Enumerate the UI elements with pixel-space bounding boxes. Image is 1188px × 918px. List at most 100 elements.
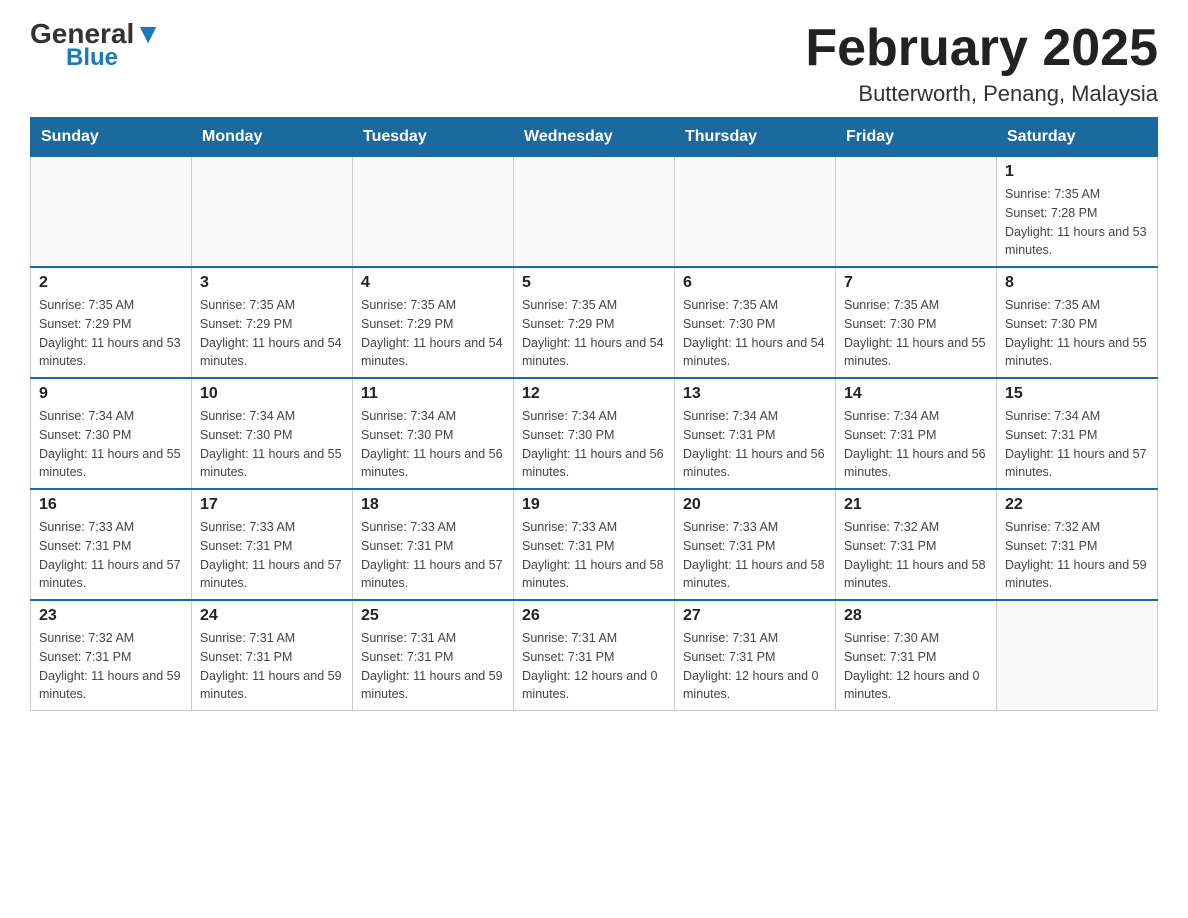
calendar-week-row: 2 Sunrise: 7:35 AMSunset: 7:29 PMDaylight… xyxy=(31,267,1158,378)
table-row xyxy=(514,157,675,268)
day-number: 6 xyxy=(683,274,827,292)
table-row: 8 Sunrise: 7:35 AMSunset: 7:30 PMDaylight… xyxy=(997,267,1158,378)
table-row: 16 Sunrise: 7:33 AMSunset: 7:31 PMDayligh… xyxy=(31,489,192,600)
title-block: February 2025 Butterworth, Penang, Malay… xyxy=(805,20,1158,107)
day-number: 27 xyxy=(683,607,827,625)
table-row: 21Sunrise: 7:32 AMSunset: 7:31 PMDayligh… xyxy=(836,489,997,600)
day-number: 22 xyxy=(1005,496,1149,514)
logo-blue: Blue xyxy=(66,44,118,72)
table-row: 3 Sunrise: 7:35 AMSunset: 7:29 PMDaylight… xyxy=(192,267,353,378)
header-monday: Monday xyxy=(192,118,353,157)
logo-triangle: ▼ xyxy=(134,18,162,49)
table-row: 20 Sunrise: 7:33 AMSunset: 7:31 PMDayligh… xyxy=(675,489,836,600)
location-title: Butterworth, Penang, Malaysia xyxy=(805,81,1158,107)
day-info: Sunrise: 7:35 AMSunset: 7:30 PMDaylight:… xyxy=(1005,296,1149,371)
header-thursday: Thursday xyxy=(675,118,836,157)
day-info: Sunrise: 7:31 AMSunset: 7:31 PMDaylight:… xyxy=(522,629,666,704)
day-info: Sunrise: 7:35 AMSunset: 7:29 PMDaylight:… xyxy=(39,296,183,371)
table-row xyxy=(31,157,192,268)
day-number: 17 xyxy=(200,496,344,514)
table-row: 18Sunrise: 7:33 AMSunset: 7:31 PMDayligh… xyxy=(353,489,514,600)
table-row: 28 Sunrise: 7:30 AMSunset: 7:31 PMDayligh… xyxy=(836,600,997,711)
table-row: 11 Sunrise: 7:34 AMSunset: 7:30 PMDayligh… xyxy=(353,378,514,489)
table-row xyxy=(997,600,1158,711)
day-number: 14 xyxy=(844,385,988,403)
day-info: Sunrise: 7:34 AMSunset: 7:31 PMDaylight:… xyxy=(683,407,827,482)
day-info: Sunrise: 7:31 AMSunset: 7:31 PMDaylight:… xyxy=(361,629,505,704)
day-number: 26 xyxy=(522,607,666,625)
day-number: 8 xyxy=(1005,274,1149,292)
table-row: 24 Sunrise: 7:31 AMSunset: 7:31 PMDayligh… xyxy=(192,600,353,711)
logo: General▼ Blue xyxy=(30,20,162,72)
table-row xyxy=(675,157,836,268)
table-row: 9Sunrise: 7:34 AMSunset: 7:30 PMDaylight… xyxy=(31,378,192,489)
day-number: 24 xyxy=(200,607,344,625)
day-number: 21 xyxy=(844,496,988,514)
day-number: 13 xyxy=(683,385,827,403)
table-row: 2 Sunrise: 7:35 AMSunset: 7:29 PMDaylight… xyxy=(31,267,192,378)
day-info: Sunrise: 7:31 AMSunset: 7:31 PMDaylight:… xyxy=(683,629,827,704)
day-number: 25 xyxy=(361,607,505,625)
day-info: Sunrise: 7:34 AMSunset: 7:30 PMDaylight:… xyxy=(39,407,183,482)
day-info: Sunrise: 7:35 AMSunset: 7:29 PMDaylight:… xyxy=(361,296,505,371)
day-info: Sunrise: 7:33 AMSunset: 7:31 PMDaylight:… xyxy=(39,518,183,593)
day-info: Sunrise: 7:34 AMSunset: 7:30 PMDaylight:… xyxy=(361,407,505,482)
day-info: Sunrise: 7:33 AMSunset: 7:31 PMDaylight:… xyxy=(683,518,827,593)
day-info: Sunrise: 7:35 AMSunset: 7:30 PMDaylight:… xyxy=(844,296,988,371)
day-info: Sunrise: 7:33 AMSunset: 7:31 PMDaylight:… xyxy=(200,518,344,593)
table-row: 19 Sunrise: 7:33 AMSunset: 7:31 PMDayligh… xyxy=(514,489,675,600)
day-info: Sunrise: 7:33 AMSunset: 7:31 PMDaylight:… xyxy=(361,518,505,593)
table-row: 27 Sunrise: 7:31 AMSunset: 7:31 PMDayligh… xyxy=(675,600,836,711)
day-number: 15 xyxy=(1005,385,1149,403)
day-info: Sunrise: 7:35 AMSunset: 7:29 PMDaylight:… xyxy=(522,296,666,371)
table-row xyxy=(353,157,514,268)
table-row: 26 Sunrise: 7:31 AMSunset: 7:31 PMDayligh… xyxy=(514,600,675,711)
page-header: General▼ Blue February 2025 Butterworth,… xyxy=(30,20,1158,107)
table-row: 25 Sunrise: 7:31 AMSunset: 7:31 PMDayligh… xyxy=(353,600,514,711)
table-row: 5 Sunrise: 7:35 AMSunset: 7:29 PMDaylight… xyxy=(514,267,675,378)
day-info: Sunrise: 7:35 AMSunset: 7:29 PMDaylight:… xyxy=(200,296,344,371)
day-number: 1 xyxy=(1005,163,1149,181)
day-info: Sunrise: 7:32 AMSunset: 7:31 PMDaylight:… xyxy=(1005,518,1149,593)
header-sunday: Sunday xyxy=(31,118,192,157)
day-number: 7 xyxy=(844,274,988,292)
table-row: 1 Sunrise: 7:35 AMSunset: 7:28 PMDaylight… xyxy=(997,157,1158,268)
day-info: Sunrise: 7:35 AMSunset: 7:28 PMDaylight:… xyxy=(1005,185,1149,260)
table-row xyxy=(836,157,997,268)
day-info: Sunrise: 7:32 AMSunset: 7:31 PMDaylight:… xyxy=(39,629,183,704)
day-info: Sunrise: 7:31 AMSunset: 7:31 PMDaylight:… xyxy=(200,629,344,704)
table-row: 10 Sunrise: 7:34 AMSunset: 7:30 PMDayligh… xyxy=(192,378,353,489)
table-row: 15 Sunrise: 7:34 AMSunset: 7:31 PMDayligh… xyxy=(997,378,1158,489)
calendar-table: Sunday Monday Tuesday Wednesday Thursday… xyxy=(30,117,1158,711)
header-saturday: Saturday xyxy=(997,118,1158,157)
day-number: 12 xyxy=(522,385,666,403)
calendar-header-row: Sunday Monday Tuesday Wednesday Thursday… xyxy=(31,118,1158,157)
table-row: 17 Sunrise: 7:33 AMSunset: 7:31 PMDayligh… xyxy=(192,489,353,600)
calendar-week-row: 23 Sunrise: 7:32 AMSunset: 7:31 PMDayligh… xyxy=(31,600,1158,711)
header-wednesday: Wednesday xyxy=(514,118,675,157)
day-number: 5 xyxy=(522,274,666,292)
day-number: 2 xyxy=(39,274,183,292)
day-number: 16 xyxy=(39,496,183,514)
day-info: Sunrise: 7:33 AMSunset: 7:31 PMDaylight:… xyxy=(522,518,666,593)
day-info: Sunrise: 7:34 AMSunset: 7:30 PMDaylight:… xyxy=(200,407,344,482)
table-row: 7 Sunrise: 7:35 AMSunset: 7:30 PMDaylight… xyxy=(836,267,997,378)
calendar-week-row: 9Sunrise: 7:34 AMSunset: 7:30 PMDaylight… xyxy=(31,378,1158,489)
day-number: 20 xyxy=(683,496,827,514)
table-row: 23 Sunrise: 7:32 AMSunset: 7:31 PMDayligh… xyxy=(31,600,192,711)
day-info: Sunrise: 7:34 AMSunset: 7:31 PMDaylight:… xyxy=(844,407,988,482)
day-number: 11 xyxy=(361,385,505,403)
day-info: Sunrise: 7:30 AMSunset: 7:31 PMDaylight:… xyxy=(844,629,988,704)
table-row: 14 Sunrise: 7:34 AMSunset: 7:31 PMDayligh… xyxy=(836,378,997,489)
day-number: 4 xyxy=(361,274,505,292)
day-number: 28 xyxy=(844,607,988,625)
table-row: 12Sunrise: 7:34 AMSunset: 7:30 PMDayligh… xyxy=(514,378,675,489)
table-row: 13 Sunrise: 7:34 AMSunset: 7:31 PMDayligh… xyxy=(675,378,836,489)
day-info: Sunrise: 7:34 AMSunset: 7:31 PMDaylight:… xyxy=(1005,407,1149,482)
table-row: 22 Sunrise: 7:32 AMSunset: 7:31 PMDayligh… xyxy=(997,489,1158,600)
day-number: 23 xyxy=(39,607,183,625)
day-number: 10 xyxy=(200,385,344,403)
day-number: 19 xyxy=(522,496,666,514)
day-number: 3 xyxy=(200,274,344,292)
calendar-week-row: 1 Sunrise: 7:35 AMSunset: 7:28 PMDaylight… xyxy=(31,157,1158,268)
